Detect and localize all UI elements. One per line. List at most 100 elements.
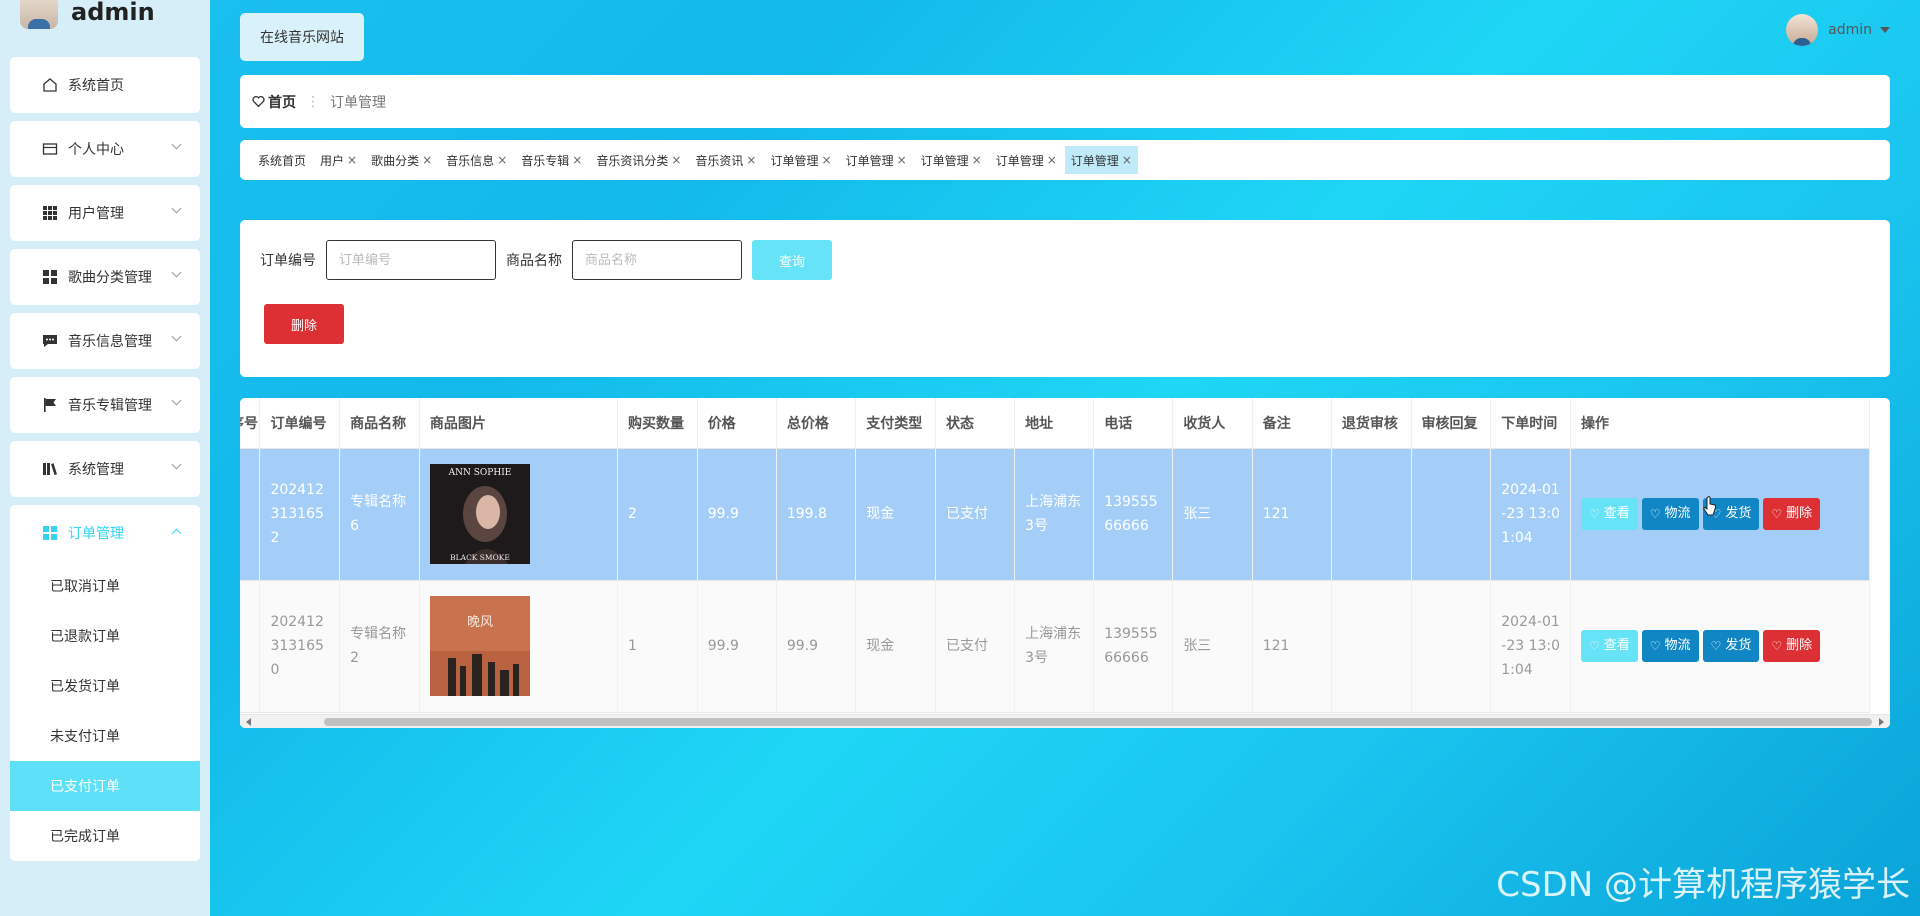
order-no-label: 订单编号 [260,253,316,269]
tab-album[interactable]: 音乐专辑 × [515,146,588,174]
sidebar-item-music-info[interactable]: 音乐信息管理 [10,313,200,369]
col-header[interactable]: 支付类型 [855,398,936,449]
sub-item-completed[interactable]: 已完成订单 [10,811,200,861]
col-header[interactable]: 商品名称 [339,398,420,449]
order-no-input[interactable] [326,240,496,280]
sidebar-item-label: 音乐信息管理 [68,334,152,350]
col-header[interactable]: 操作 [1570,398,1871,449]
col-header[interactable]: 序号 [240,398,261,449]
col-header[interactable]: 状态 [935,398,1016,449]
chevron-down-icon [171,139,182,150]
album-cover-image: ANN SOPHIE BLACK SMOKE [429,464,530,564]
sub-item-cancelled[interactable]: 已取消订单 [10,561,200,611]
chevron-down-icon [171,331,182,342]
tab-home[interactable]: 系统首页 [252,146,312,174]
scrollbar-thumb[interactable] [324,718,1872,726]
col-header[interactable]: 地址 [1014,398,1095,449]
close-icon[interactable]: × [897,153,907,167]
delete-button[interactable]: ♡ 删除 [1763,630,1821,662]
logistics-button[interactable]: ♡ 物流 [1641,498,1699,530]
col-header[interactable]: 备注 [1252,398,1332,449]
sidebar-item-album[interactable]: 音乐专辑管理 [10,377,200,433]
chevron-up-icon [171,528,182,539]
sub-item-shipped[interactable]: 已发货订单 [10,661,200,711]
sidebar-item-song-category[interactable]: 歌曲分类管理 [10,249,200,305]
user-menu[interactable]: admin [1786,14,1890,46]
album-cover-title: ANN SOPHIE [448,468,512,478]
sidebar-menu: 系统首页 个人中心 用户管理 歌曲分类管理 音乐信息管理 音乐专辑管理 系统管理… [10,57,200,861]
tab-orders[interactable]: 订单管理 × [764,146,837,174]
sub-item-refunded[interactable]: 已退款订单 [10,611,200,661]
breadcrumb-home-label: 首页 [268,94,296,111]
col-header[interactable]: 电话 [1093,398,1174,449]
tab-news-category[interactable]: 音乐资讯分类 × [590,146,687,174]
breadcrumb-home[interactable]: 首页 [252,92,296,112]
tab-song-category[interactable]: 歌曲分类 × [365,146,438,174]
tab-label: 歌曲分类 [371,153,420,168]
tab-orders[interactable]: 订单管理 × [915,146,988,174]
cell-index [240,448,261,581]
tab-label: 音乐专辑 [521,153,570,168]
view-button[interactable]: ♡ 查看 [1580,498,1638,530]
col-header[interactable]: 订单编号 [259,398,341,449]
col-header[interactable]: 下单时间 [1490,398,1571,449]
table-row[interactable]: 2024123131650 专辑名称2 晚风 1 99.9 99.9 现金 已支… [240,580,1871,713]
close-icon[interactable]: × [746,153,756,167]
scroll-left-icon[interactable] [246,718,251,726]
tab-label: 订单管理 [770,153,819,168]
logistics-label: 物流 [1664,506,1691,521]
sidebar-item-profile[interactable]: 个人中心 [10,121,200,177]
col-header[interactable]: 收货人 [1172,398,1253,449]
cell-pay-type: 现金 [855,580,936,713]
ship-button[interactable]: ♡ 发货 [1702,630,1760,662]
col-header[interactable]: 价格 [697,398,777,449]
sub-item-paid[interactable]: 已支付订单 [10,761,200,811]
tab-orders-active[interactable]: 订单管理 × [1064,146,1138,174]
close-icon[interactable]: × [347,153,357,167]
sub-item-unpaid[interactable]: 未支付订单 [10,711,200,761]
tab-label: 订单管理 [920,153,969,168]
sidebar-item-system[interactable]: 系统管理 [10,441,200,497]
close-icon[interactable]: × [572,153,582,167]
close-icon[interactable]: × [671,153,681,167]
sidebar-item-users[interactable]: 用户管理 [10,185,200,241]
cell-return-review [1331,448,1412,581]
logistics-button[interactable]: ♡ 物流 [1641,630,1699,662]
query-button[interactable]: 查询 [752,240,832,280]
tab-news[interactable]: 音乐资讯 × [689,146,762,174]
caret-down-icon [1880,27,1890,33]
tab-label: 用户 [320,153,345,168]
goods-name-input[interactable] [572,240,742,280]
sidebar-item-label: 系统首页 [68,78,124,94]
close-icon[interactable]: × [422,153,432,167]
sidebar-item-orders[interactable]: 订单管理 [10,505,200,561]
delete-button[interactable]: ♡ 删除 [1763,498,1821,530]
id-card-icon [42,141,58,157]
batch-delete-button[interactable]: 删除 [264,304,344,344]
scroll-right-icon[interactable] [1879,718,1884,726]
close-icon[interactable]: × [972,153,982,167]
album-cover-subtitle: BLACK SMOKE [450,553,510,562]
close-icon[interactable]: × [822,153,832,167]
col-header[interactable]: 退货审核 [1331,398,1412,449]
tab-users[interactable]: 用户 × [314,146,363,174]
col-header[interactable]: 购买数量 [617,398,698,449]
col-header[interactable]: 审核回复 [1411,398,1492,449]
close-icon[interactable]: × [497,153,507,167]
cell-time: 2024-01-23 13:01:04 [1490,448,1571,581]
horizontal-scrollbar[interactable] [240,714,1890,728]
tab-label: 音乐资讯 [695,153,744,168]
site-title-button[interactable]: 在线音乐网站 [240,13,364,61]
view-label: 查看 [1603,638,1630,653]
sidebar-item-home[interactable]: 系统首页 [10,57,200,113]
tab-orders[interactable]: 订单管理 × [990,146,1063,174]
close-icon[interactable]: × [1047,153,1057,167]
tab-orders[interactable]: 订单管理 × [840,146,913,174]
close-icon[interactable]: × [1122,153,1132,167]
tab-music-info[interactable]: 音乐信息 × [440,146,513,174]
col-header[interactable]: 总价格 [776,398,857,449]
view-button[interactable]: ♡ 查看 [1580,630,1638,662]
breadcrumb-current: 订单管理 [330,94,386,111]
table-row[interactable]: 2024123131652 专辑名称6 ANN SOPHIE BLACK SMO… [240,448,1871,581]
col-header[interactable]: 商品图片 [419,398,618,449]
